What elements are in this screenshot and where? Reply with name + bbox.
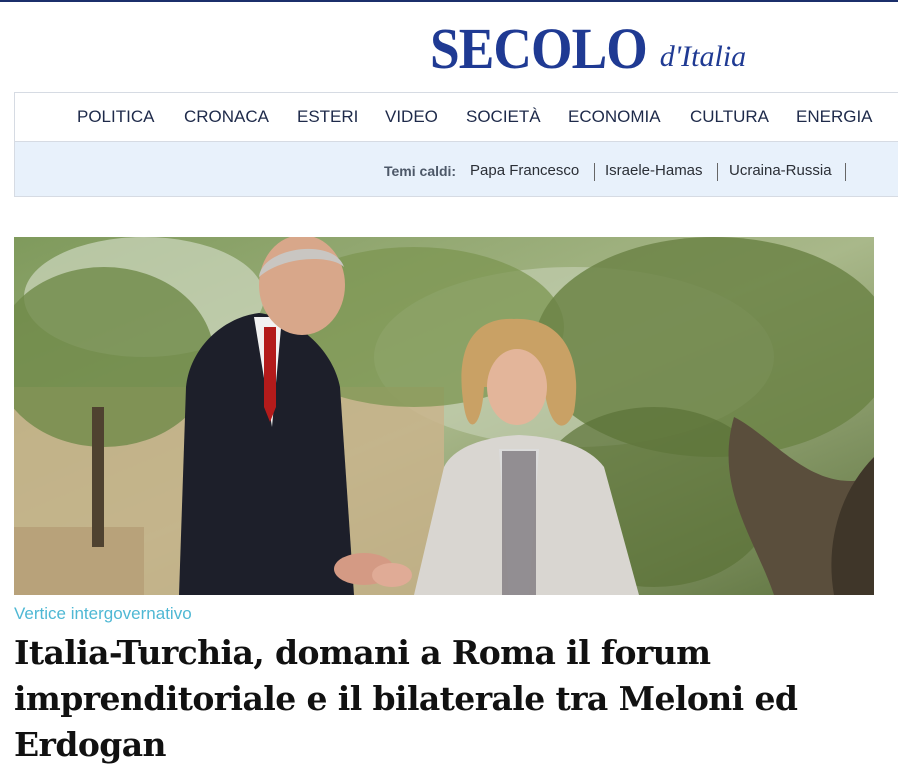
- main-navigation: POLITICA CRONACA ESTERI VIDEO SOCIETÀ EC…: [14, 92, 898, 142]
- nav-item-energia[interactable]: ENERGIA: [796, 93, 873, 141]
- hero-photo-illustration: [14, 237, 874, 595]
- hot-topic-separator: [845, 163, 846, 181]
- nav-item-cronaca[interactable]: CRONACA: [184, 93, 269, 141]
- nav-item-societa[interactable]: SOCIETÀ: [466, 93, 541, 141]
- top-accent-line: [0, 0, 898, 2]
- hot-topics-bar: Temi caldi: Papa Francesco Israele-Hamas…: [14, 142, 898, 197]
- hot-topics-label: Temi caldi:: [384, 163, 457, 179]
- article-headline[interactable]: Italia-Turchia, domani a Roma il forum i…: [14, 630, 884, 768]
- nav-item-politica[interactable]: POLITICA: [77, 93, 154, 141]
- article-hero-photo[interactable]: [14, 237, 874, 595]
- article-kicker[interactable]: Vertice intergovernativo: [14, 604, 192, 624]
- hot-topic-israele-hamas[interactable]: Israele-Hamas: [605, 142, 703, 200]
- site-logo[interactable]: SECOLO d'Italia: [430, 10, 746, 80]
- hot-topic-papa-francesco[interactable]: Papa Francesco: [470, 142, 579, 200]
- logo-suffix: d'Italia: [659, 40, 747, 73]
- hot-topic-separator: [717, 163, 718, 181]
- hot-topic-ucraina-russia[interactable]: Ucraina-Russia: [729, 142, 832, 200]
- hot-topic-separator: [594, 163, 595, 181]
- nav-item-cultura[interactable]: CULTURA: [690, 93, 769, 141]
- nav-item-esteri[interactable]: ESTERI: [297, 93, 358, 141]
- nav-item-economia[interactable]: ECONOMIA: [568, 93, 661, 141]
- logo-wordmark: SECOLO: [430, 16, 648, 81]
- nav-item-video[interactable]: VIDEO: [385, 93, 438, 141]
